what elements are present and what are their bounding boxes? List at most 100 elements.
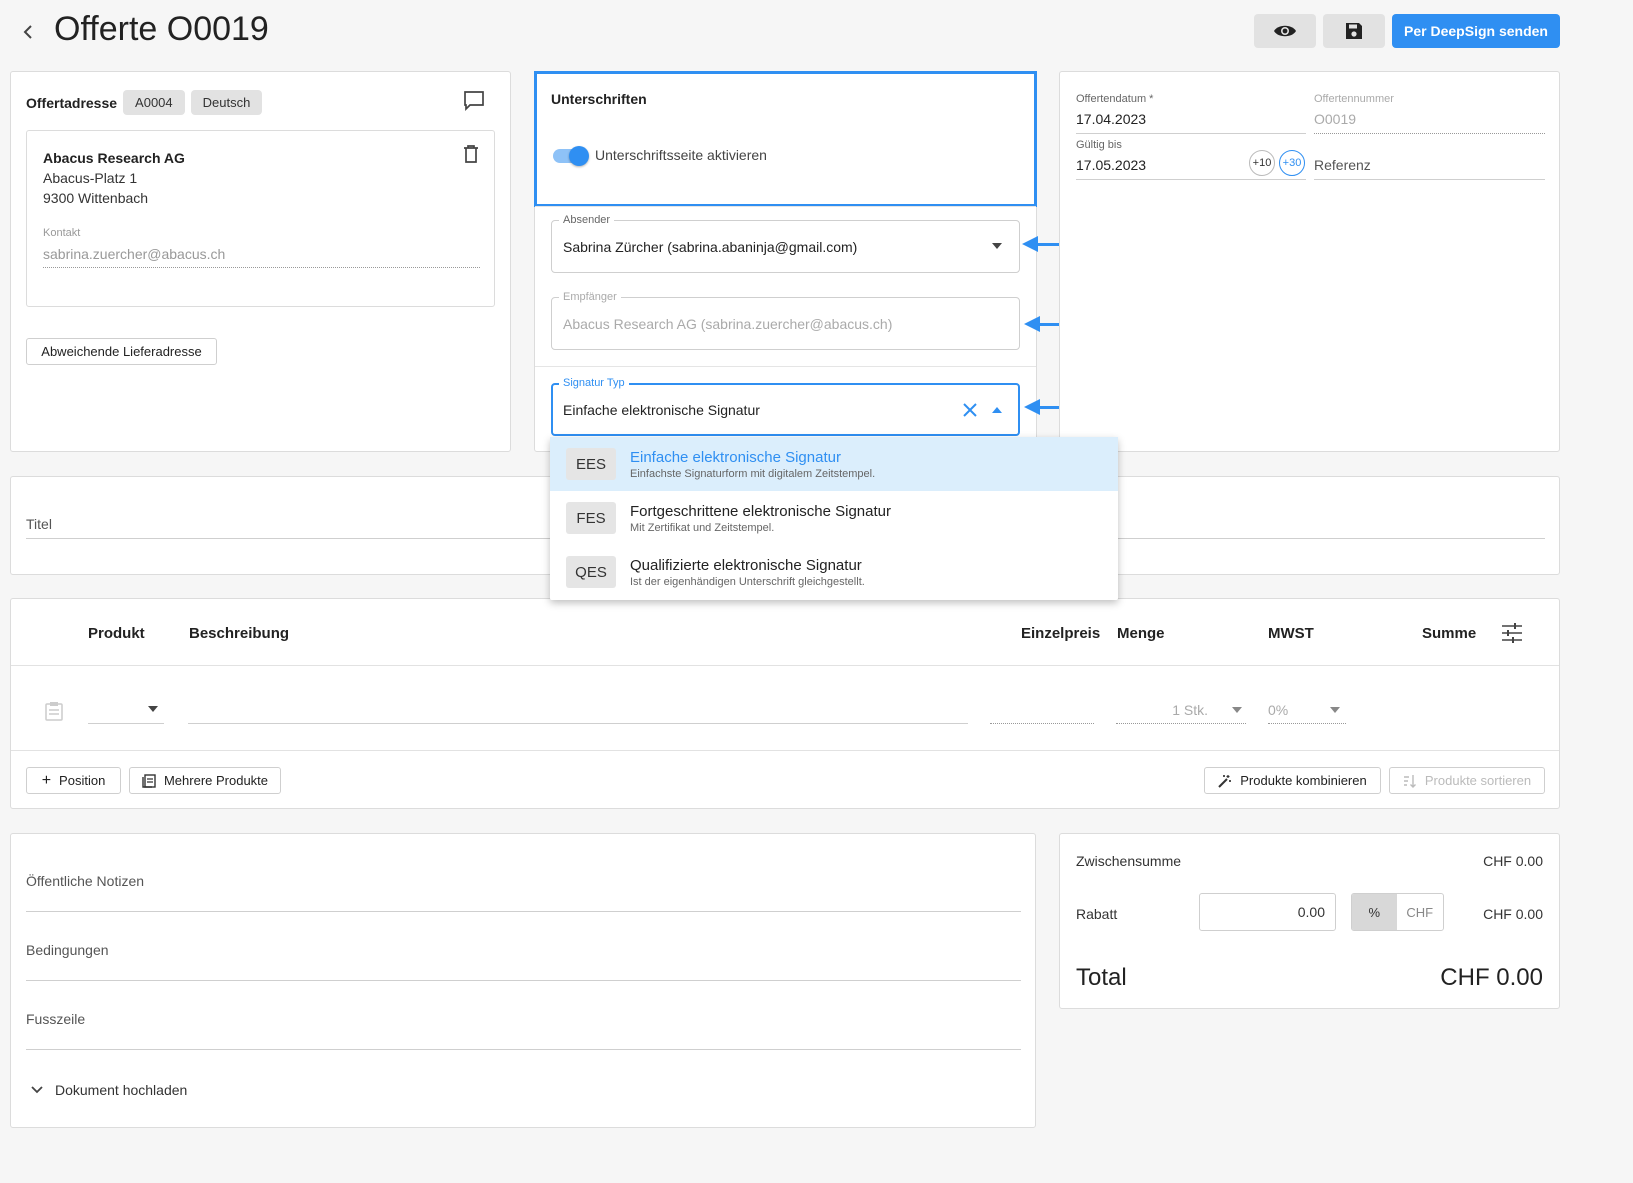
public-notes-input[interactable]: Öffentliche Notizen — [26, 873, 144, 889]
signatures-card: Unterschriften Unterschriftsseite aktivi… — [534, 71, 1037, 452]
magic-wand-icon — [1218, 774, 1232, 788]
alt-delivery-button[interactable]: Abweichende Lieferadresse — [26, 338, 217, 365]
sender-label: Absender — [559, 214, 615, 226]
city: 9300 Wittenbach — [43, 190, 149, 206]
conditions-input[interactable]: Bedingungen — [26, 942, 109, 958]
address-card: Offertadresse A0004 Deutsch Abacus Resea… — [10, 71, 511, 452]
preview-button[interactable] — [1254, 14, 1316, 48]
unit-price-input[interactable] — [990, 699, 1094, 723]
signature-type-select[interactable]: Einfache elektronische Signatur — [551, 383, 1020, 436]
discount-value: CHF 0.00 — [1483, 906, 1543, 922]
tune-icon — [1502, 623, 1522, 643]
valid-label: Gültig bis — [1076, 139, 1122, 151]
dropdown-arrow-icon — [1330, 707, 1340, 713]
save-button[interactable] — [1323, 14, 1385, 48]
number-value: O0019 — [1314, 111, 1357, 127]
clipboard-icon — [45, 702, 63, 721]
toggle-label: Unterschriftsseite aktivieren — [595, 147, 767, 163]
quantity-select[interactable]: 1 Stk. — [1116, 699, 1246, 723]
plus30-button[interactable]: +30 — [1279, 150, 1305, 176]
signature-page-toggle[interactable] — [553, 146, 589, 166]
street: Abacus-Platz 1 — [43, 170, 138, 186]
row-drag-handle[interactable] — [45, 701, 63, 726]
sender-value: Sabrina Zürcher (sabrina.abaninja@gmail.… — [563, 239, 858, 255]
signatures-title: Unterschriften — [551, 91, 647, 107]
col-description: Beschreibung — [189, 625, 290, 642]
recipient-value: Abacus Research AG (sabrina.zuercher@aba… — [563, 316, 893, 332]
multiple-products-button[interactable]: Mehrere Produkte — [129, 767, 281, 794]
sort-icon — [1403, 774, 1416, 788]
alt-delivery-label: Abweichende Lieferadresse — [41, 344, 202, 359]
menu-subtitle: Einfachste Signaturform mit digitalem Ze… — [630, 467, 876, 480]
footer-input[interactable]: Fusszeile — [26, 1011, 85, 1027]
menu-item-fes[interactable]: FES Fortgeschrittene elektronische Signa… — [550, 491, 1118, 545]
signature-type-menu: EES Einfache elektronische Signatur Einf… — [550, 437, 1118, 600]
company-name: Abacus Research AG — [43, 150, 185, 166]
send-deepsign-button[interactable]: Per DeepSign senden — [1392, 14, 1560, 48]
notes-card: Öffentliche Notizen Bedingungen Fusszeil… — [10, 833, 1036, 1128]
address-card-title: Offertadresse — [26, 94, 118, 111]
sort-products-button[interactable]: Produkte sortieren — [1389, 767, 1545, 794]
comment-button[interactable] — [463, 90, 485, 117]
menu-item-qes[interactable]: QES Qualifizierte elektronische Signatur… — [550, 545, 1118, 599]
upload-label: Dokument hochladen — [55, 1082, 188, 1098]
col-sum: Summe — [1422, 625, 1477, 642]
list-icon — [142, 773, 156, 788]
recipient-field: Abacus Research AG (sabrina.zuercher@aba… — [551, 297, 1020, 350]
discount-unit-toggle[interactable]: % CHF — [1351, 893, 1444, 931]
date-label: Offertendatum * — [1076, 93, 1154, 105]
comment-icon — [464, 91, 484, 112]
col-product: Produkt — [88, 625, 145, 642]
save-icon — [1346, 23, 1362, 39]
combine-products-button[interactable]: Produkte kombinieren — [1204, 767, 1381, 794]
chf-option[interactable]: CHF — [1397, 894, 1443, 930]
trash-icon — [464, 145, 478, 163]
vat-select[interactable]: 0% — [1268, 699, 1346, 723]
percent-option[interactable]: % — [1352, 894, 1397, 930]
plus10-button[interactable]: +10 — [1249, 150, 1275, 176]
signature-type-value: Einfache elektronische Signatur — [563, 402, 760, 418]
description-input[interactable] — [188, 699, 968, 723]
plus-icon: + — [41, 771, 52, 789]
add-position-button[interactable]: + Position — [26, 767, 121, 794]
recipient-label: Empfänger — [559, 291, 621, 303]
delete-address-button[interactable] — [463, 145, 479, 168]
back-button[interactable] — [20, 20, 40, 44]
dropdown-arrow-icon — [992, 243, 1002, 249]
total-value: CHF 0.00 — [1440, 964, 1543, 991]
discount-label: Rabatt — [1076, 906, 1118, 922]
positions-card: Produkt Beschreibung Einzelpreis Menge M… — [10, 598, 1560, 809]
menu-code: QES — [566, 556, 616, 588]
reference-input[interactable]: Referenz — [1314, 157, 1371, 173]
meta-card: Offertendatum * 17.04.2023 Offertennumme… — [1059, 71, 1560, 452]
chevron-down-icon — [31, 1086, 43, 1094]
product-select[interactable] — [88, 699, 164, 723]
address-number-chip[interactable]: A0004 — [123, 90, 185, 115]
discount-input-value: 0.00 — [1297, 904, 1325, 920]
dropdown-up-icon — [992, 407, 1002, 413]
menu-title: Qualifizierte elektronische Signatur — [630, 556, 862, 574]
dropdown-arrow-icon — [148, 706, 158, 712]
contact-label: Kontakt — [43, 227, 81, 239]
col-unit-price: Einzelpreis — [1021, 625, 1101, 642]
valid-value[interactable]: 17.05.2023 — [1076, 157, 1146, 173]
sender-select[interactable]: Sabrina Zürcher (sabrina.abaninja@gmail.… — [551, 220, 1020, 273]
total-label: Total — [1076, 964, 1127, 991]
sort-products-label: Produkte sortieren — [1424, 773, 1532, 788]
menu-title: Fortgeschrittene elektronische Signatur — [630, 502, 891, 520]
clear-icon[interactable] — [963, 403, 977, 417]
column-settings-button[interactable] — [1501, 623, 1523, 648]
contact-value[interactable]: sabrina.zuercher@abacus.ch — [43, 246, 225, 262]
upload-toggle[interactable]: Dokument hochladen — [31, 1082, 187, 1098]
title-input[interactable]: Titel — [26, 516, 52, 532]
totals-card: Zwischensumme CHF 0.00 Rabatt 0.00 % CHF… — [1059, 833, 1560, 1009]
address-box: Abacus Research AG Abacus-Platz 1 9300 W… — [26, 130, 495, 307]
language-chip[interactable]: Deutsch — [190, 90, 263, 115]
dropdown-arrow-icon — [1232, 707, 1242, 713]
discount-input[interactable]: 0.00 — [1199, 893, 1336, 931]
add-position-label: Position — [59, 773, 106, 788]
date-value[interactable]: 17.04.2023 — [1076, 111, 1146, 127]
col-vat: MWST — [1268, 625, 1314, 642]
menu-item-ees[interactable]: EES Einfache elektronische Signatur Einf… — [550, 437, 1118, 491]
col-quantity: Menge — [1117, 625, 1165, 642]
